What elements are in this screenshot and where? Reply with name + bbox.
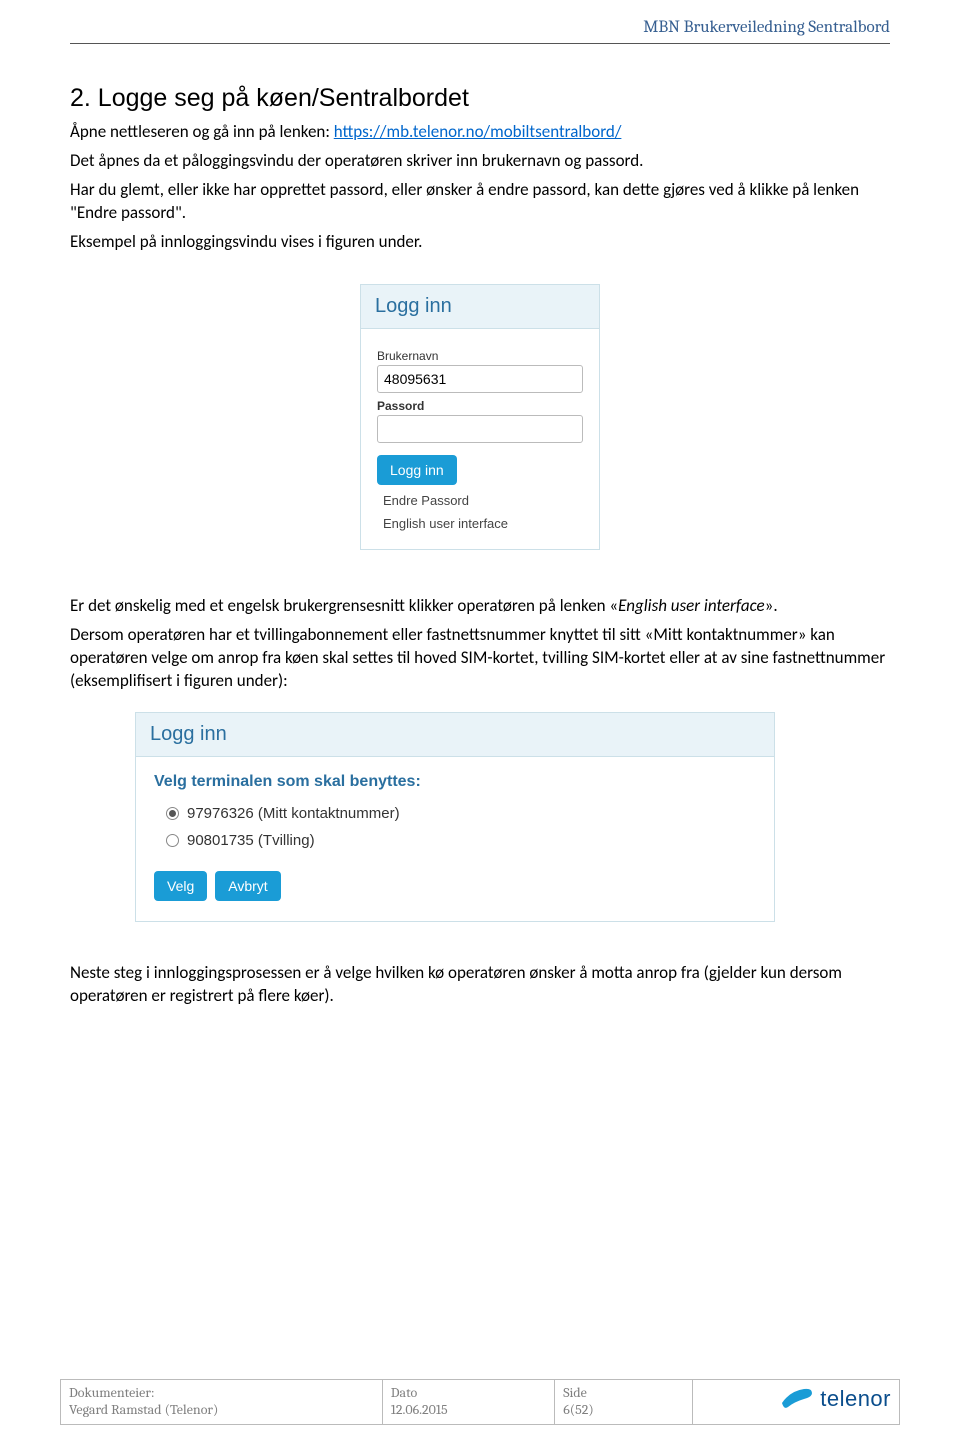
login-title: Logg inn <box>361 285 599 329</box>
terminal-option-1[interactable]: 97976326 (Mitt kontaktnummer) <box>166 805 756 822</box>
paragraph-example-below: Eksempel på innloggingsvindu vises i fig… <box>70 231 890 254</box>
page-footer: Dokumenteier: Vegard Ramstad (Telenor) D… <box>60 1379 900 1425</box>
terminal-option-1-label: 97976326 (Mitt kontaktnummer) <box>187 805 400 822</box>
radio-icon <box>166 834 179 847</box>
login-figure: Logg inn Brukernavn Passord Logg inn End… <box>360 284 600 550</box>
select-button[interactable]: Velg <box>154 871 207 901</box>
paragraph-english-ui: Er det ønskelig med et engelsk brukergre… <box>70 595 890 618</box>
url-link[interactable]: https://mb.telenor.no/mobiltsentralbord/ <box>334 121 622 142</box>
telenor-logo: telenor <box>780 1385 891 1413</box>
paragraph-change-password: Har du glemt, eller ikke har opprettet p… <box>70 179 890 225</box>
paragraph-open-link: Åpne nettleseren og gå inn på lenken: ht… <box>70 121 890 144</box>
header-title: MBN Brukerveiledning Sentralbord <box>643 18 890 37</box>
change-password-link[interactable]: Endre Passord <box>383 493 583 508</box>
username-label: Brukernavn <box>377 349 583 363</box>
footer-date-value: 12.06.2015 <box>391 1401 546 1418</box>
paragraph-login-window: Det åpnes da et påloggingsvindu der oper… <box>70 150 890 173</box>
terminal-title: Logg inn <box>136 713 774 757</box>
page-header: MBN Brukerveiledning Sentralbord <box>70 0 890 44</box>
password-input[interactable] <box>377 415 583 443</box>
login-button[interactable]: Logg inn <box>377 455 457 485</box>
radio-icon <box>166 807 179 820</box>
cancel-button[interactable]: Avbryt <box>215 871 280 901</box>
telenor-icon <box>780 1385 814 1413</box>
paragraph-next-step: Neste steg i innloggingsprosessen er å v… <box>70 962 890 1008</box>
footer-date-label: Dato <box>391 1384 546 1401</box>
footer-page-value: 6(52) <box>563 1401 684 1418</box>
english-interface-link[interactable]: English user interface <box>383 516 583 531</box>
terminal-option-2[interactable]: 90801735 (Tvilling) <box>166 832 756 849</box>
terminal-option-2-label: 90801735 (Tvilling) <box>187 832 315 849</box>
terminal-figure: Logg inn Velg terminalen som skal benytt… <box>135 712 775 922</box>
footer-owner-value: Vegard Ramstad (Telenor) <box>69 1401 374 1418</box>
main-content: 2. Logge seg på køen/Sentralbordet Åpne … <box>70 44 890 1008</box>
telenor-logo-text: telenor <box>820 1386 891 1412</box>
section-heading: 2. Logge seg på køen/Sentralbordet <box>70 84 890 113</box>
paragraph-twin-subscription: Dersom operatøren har et tvillingabonnem… <box>70 624 890 693</box>
terminal-prompt: Velg terminalen som skal benyttes: <box>154 773 756 791</box>
footer-table: Dokumenteier: Vegard Ramstad (Telenor) D… <box>60 1379 900 1425</box>
footer-page-label: Side <box>563 1384 684 1401</box>
username-input[interactable] <box>377 365 583 393</box>
password-label: Passord <box>377 399 583 413</box>
footer-owner-label: Dokumenteier: <box>69 1384 374 1401</box>
